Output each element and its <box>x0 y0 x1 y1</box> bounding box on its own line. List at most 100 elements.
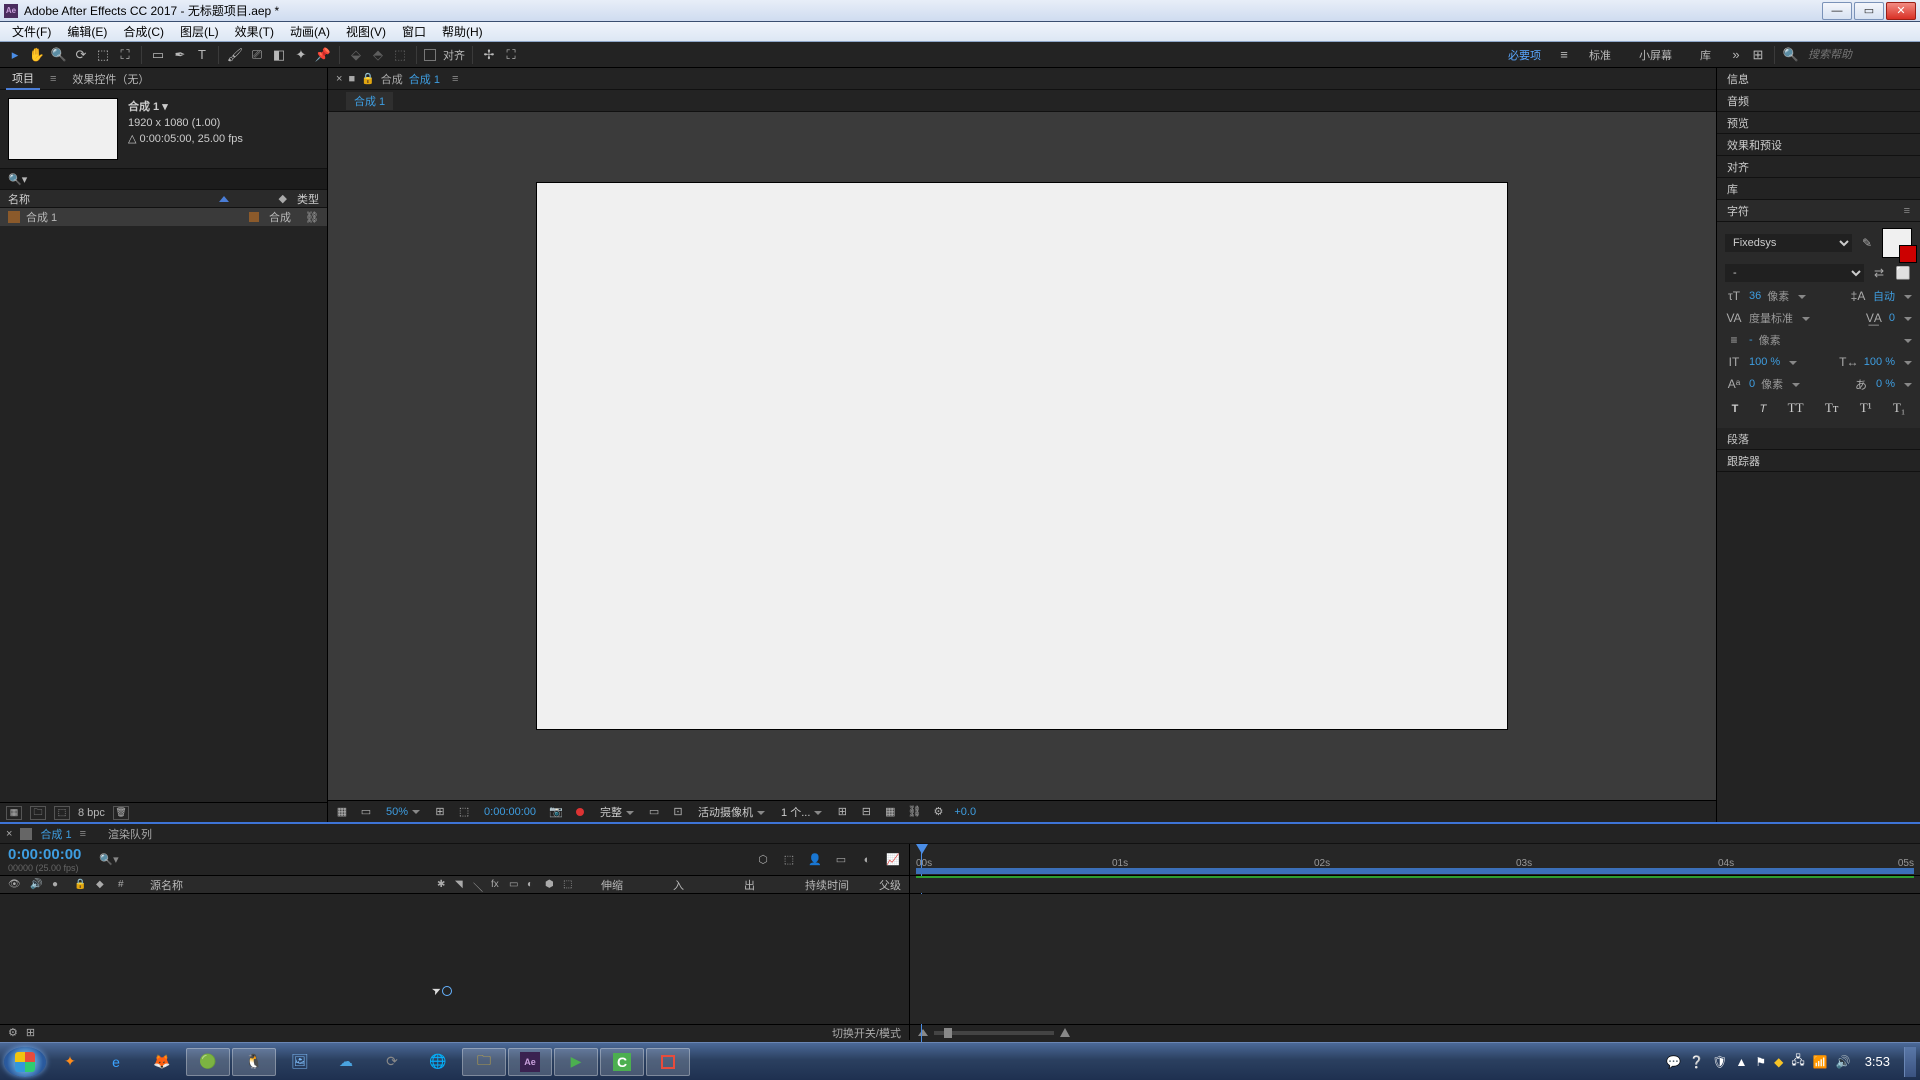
switch-column-icon[interactable]: ⬚ <box>563 879 575 891</box>
viewer-toggle-icon[interactable]: ■ <box>348 73 355 85</box>
timeline-layers-area[interactable]: ➤ <box>0 894 910 1024</box>
maximize-button[interactable]: ▭ <box>1854 2 1884 20</box>
menu-effect[interactable]: 效果(T) <box>227 21 282 42</box>
tray-expand-icon[interactable]: ▲ <box>1736 1055 1748 1069</box>
workspace-more-icon[interactable]: » <box>1727 46 1745 64</box>
tray-signal-icon[interactable]: 📶 <box>1813 1055 1828 1069</box>
snap-checkbox[interactable] <box>424 49 436 61</box>
minimize-button[interactable]: — <box>1822 2 1852 20</box>
new-folder-icon[interactable]: 🗀 <box>30 806 46 820</box>
viewer-canvas[interactable] <box>328 112 1716 800</box>
project-bpc[interactable]: 8 bpc <box>78 807 105 819</box>
tab-project[interactable]: 项目 <box>6 68 40 90</box>
exposure-value[interactable]: +0.0 <box>954 806 976 818</box>
faux-bold-button[interactable]: T <box>1732 400 1739 416</box>
switch-column-icon[interactable]: ＼ <box>473 879 485 891</box>
tray-volume-icon[interactable]: 🔊 <box>1836 1055 1851 1069</box>
toggle-switches-icon[interactable]: ⚙ <box>8 1026 18 1039</box>
text-tool-icon[interactable]: T <box>193 46 211 64</box>
pen-tool-icon[interactable]: ✒ <box>171 46 189 64</box>
taskbar-item[interactable]: 🌐 <box>416 1048 460 1076</box>
tray-icon[interactable]: ◆ <box>1774 1055 1783 1069</box>
workspace-standard[interactable]: 标准 <box>1577 47 1623 63</box>
column-name[interactable]: 名称 <box>8 191 30 207</box>
taskbar-item[interactable]: 🖼 <box>278 1048 322 1076</box>
menu-layer[interactable]: 图层(L) <box>172 21 227 42</box>
local-axis-icon[interactable]: ⬙ <box>347 46 365 64</box>
stroke-width-value[interactable]: - <box>1749 334 1753 346</box>
timeline-tab-render-queue[interactable]: 渲染队列 <box>108 826 152 842</box>
roto-tool-icon[interactable]: ✦ <box>292 46 310 64</box>
viewer-tab-compname[interactable]: 合成 1 <box>409 71 440 87</box>
delete-icon[interactable]: 🗑 <box>113 806 129 820</box>
switch-column-icon[interactable]: ◥ <box>455 879 467 891</box>
search-icon[interactable]: 🔍 <box>1782 46 1800 64</box>
zoom-out-icon[interactable] <box>918 1029 928 1036</box>
pixel-aspect-icon[interactable]: ▦ <box>882 805 898 819</box>
show-desktop-button[interactable] <box>1904 1047 1916 1077</box>
panel-menu-icon[interactable]: ≡ <box>1904 205 1910 217</box>
mask-toggle-icon[interactable]: ⊡ <box>670 805 686 819</box>
panel-tab-libraries[interactable]: 库 <box>1717 178 1920 200</box>
switch-column-icon[interactable]: ✱ <box>437 879 449 891</box>
zoom-dropdown[interactable]: 50% <box>382 806 424 818</box>
menu-view[interactable]: 视图(V) <box>338 21 394 42</box>
taskbar-item[interactable]: C <box>600 1048 644 1076</box>
panel-tab-preview[interactable]: 预览 <box>1717 112 1920 134</box>
column-duration[interactable]: 持续时间 <box>805 877 849 893</box>
tray-network-icon[interactable]: 🖧 <box>1791 1051 1804 1072</box>
close-button[interactable]: ✕ <box>1886 2 1916 20</box>
quality-dropdown[interactable]: 完整 <box>596 804 638 820</box>
switch-column-icon[interactable]: ⬢ <box>545 879 557 891</box>
rectangle-tool-icon[interactable]: ▭ <box>149 46 167 64</box>
taskbar-clock[interactable]: 3:53 <box>1865 1054 1890 1069</box>
panel-tab-tracker[interactable]: 跟踪器 <box>1717 450 1920 472</box>
audio-column-icon[interactable]: 🔊 <box>30 879 42 891</box>
panel-tab-info[interactable]: 信息 <box>1717 68 1920 90</box>
index-column-icon[interactable]: # <box>118 879 130 891</box>
superscript-button[interactable]: T¹ <box>1860 400 1872 416</box>
horizontal-scale-value[interactable]: 100 % <box>1864 356 1895 368</box>
interpret-footage-icon[interactable]: ▦ <box>6 806 22 820</box>
reset-workspace-icon[interactable]: ⊞ <box>1749 46 1767 64</box>
fill-color-swatch[interactable] <box>1882 228 1912 258</box>
motion-blur-icon[interactable]: ◐ <box>859 852 875 868</box>
taskbar-item-after-effects[interactable]: Ae <box>508 1048 552 1076</box>
breadcrumb-comp[interactable]: 合成 1 <box>346 92 393 110</box>
switches-modes-toggle[interactable]: 切换开关/模式 <box>832 1025 901 1041</box>
menu-animation[interactable]: 动画(A) <box>282 21 338 42</box>
column-stretch[interactable]: 伸缩 <box>601 877 623 893</box>
snapping-options-icon[interactable]: ✢ <box>480 46 498 64</box>
timeline-zoom-slider[interactable] <box>918 1028 1070 1037</box>
column-label-icon[interactable]: ◆ <box>279 192 287 205</box>
composition-name[interactable]: 合成 1 ▾ <box>128 98 243 114</box>
tray-icon[interactable]: ❔ <box>1689 1055 1704 1069</box>
taskbar-item[interactable] <box>646 1048 690 1076</box>
tray-icon[interactable]: 🛡 <box>1712 1055 1727 1069</box>
orbit-tool-icon[interactable]: ⟳ <box>72 46 90 64</box>
taskbar-item[interactable]: ⟳ <box>370 1048 414 1076</box>
column-source-name[interactable]: 源名称 <box>150 877 183 893</box>
timeline-tab-name[interactable]: 合成 1 <box>40 826 71 842</box>
hand-tool-icon[interactable]: ✋ <box>28 46 46 64</box>
view-axis-icon[interactable]: ⬚ <box>391 46 409 64</box>
playhead-icon[interactable] <box>916 844 928 854</box>
work-area-bar[interactable] <box>916 868 1914 874</box>
font-family-select[interactable]: Fixedsys <box>1725 234 1852 252</box>
selection-tool-icon[interactable]: ▸ <box>6 46 24 64</box>
timeline-ruler-area[interactable]: 00s 01s 02s 03s 04s 05s <box>910 844 1920 875</box>
guides-icon[interactable]: ⊟ <box>858 805 874 819</box>
menu-composition[interactable]: 合成(C) <box>115 21 172 42</box>
zoom-tool-icon[interactable]: 🔍 <box>50 46 68 64</box>
column-parent[interactable]: 父级 <box>879 877 901 893</box>
viewer-lock-icon[interactable]: 🔒 <box>361 72 375 85</box>
show-snapshot-icon[interactable] <box>572 805 588 819</box>
panel-tab-paragraph[interactable]: 段落 <box>1717 428 1920 450</box>
draft-3d-icon[interactable]: ⬚ <box>781 852 797 868</box>
taskbar-item[interactable]: ☁ <box>324 1048 368 1076</box>
composition-thumbnail[interactable] <box>8 98 118 160</box>
tab-project-menu-icon[interactable]: ≡ <box>50 73 56 85</box>
all-caps-button[interactable]: TT <box>1788 400 1804 416</box>
font-size-value[interactable]: 36 <box>1749 290 1761 302</box>
viewer-close-icon[interactable]: × <box>336 73 342 85</box>
